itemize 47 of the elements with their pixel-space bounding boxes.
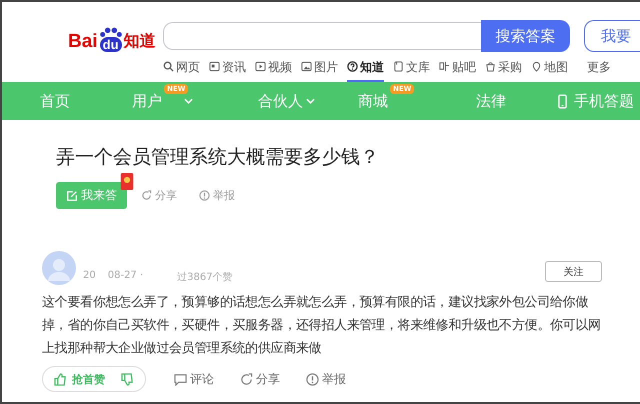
answer-date: 08-27 · [108, 270, 144, 283]
bag-icon [485, 61, 496, 72]
comment-icon [174, 372, 187, 386]
channel-tab[interactable]: 贴吧 [439, 58, 476, 82]
channel-tab[interactable]: 图片 [301, 58, 338, 82]
channel-tab[interactable]: 网页 [163, 58, 200, 82]
follow-button[interactable]: 关注 [545, 261, 602, 282]
phone-icon [558, 94, 567, 108]
share-icon [240, 372, 253, 386]
question-icon [347, 61, 358, 72]
report-link[interactable]: 举报 [199, 188, 235, 203]
caret-icon [184, 98, 193, 104]
question-title: 弄一个会员管理系统大概需要多少钱？ [56, 145, 380, 170]
play-icon [255, 61, 266, 72]
paw-icon [98, 27, 123, 37]
channel-tab[interactable]: 采购 [485, 58, 522, 82]
like-count: 过3867个赞 [177, 270, 233, 284]
ask-button[interactable]: 我要 [584, 20, 640, 52]
report-icon [306, 372, 319, 386]
caret-icon [306, 98, 315, 104]
search-button[interactable]: 搜索答案 [481, 20, 570, 52]
share-link[interactable]: 分享 [240, 370, 280, 388]
avatar-icon [42, 251, 76, 285]
channel-tab[interactable]: 更多 [587, 58, 611, 82]
map-pin-icon [531, 61, 542, 72]
search-icon [163, 61, 174, 72]
logo[interactable]: Bai du 知道 [68, 10, 163, 52]
forum-icon [439, 61, 450, 72]
image-icon [301, 61, 312, 72]
share-link[interactable]: 分享 [141, 188, 177, 203]
news-icon [209, 61, 220, 72]
document-icon [393, 61, 404, 72]
edit-icon [66, 190, 78, 202]
channel-tab[interactable]: 地图 [531, 58, 568, 82]
answer-date: 20 [83, 270, 96, 283]
channel-tab[interactable]: 文库 [393, 58, 430, 82]
answer-text: 这个要看你想怎么弄了，预算够的话想怎么弄就怎么弄，预算有限的话，建议找家外包公司给你做掉，省的你自己买软件，买硬件，买服务器，还得招人来管理，将来维修和升级也不方便。你可以网上找那种帮大企业做过会员管理系统的供应商来做 [42, 294, 602, 358]
channel-tab[interactable]: 资讯 [209, 58, 246, 82]
search-field[interactable] [163, 22, 481, 50]
thumbs-up-icon[interactable] [54, 372, 67, 386]
report-link[interactable]: 举报 [306, 370, 346, 388]
envelope-icon [120, 172, 134, 191]
channel-tab[interactable]: 视频 [255, 58, 292, 82]
comment-link[interactable]: 评论 [174, 370, 214, 388]
thumbs-down-icon[interactable] [121, 372, 134, 386]
report-icon [199, 190, 210, 201]
share-icon [141, 190, 152, 201]
